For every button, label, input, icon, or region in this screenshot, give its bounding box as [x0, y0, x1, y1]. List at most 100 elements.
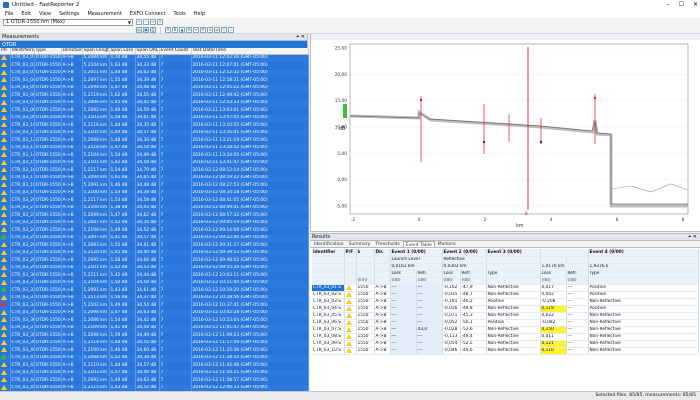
table-row[interactable]: CTR_03_35OTDR-1550 nmA->B5,2098 km1,47 d…	[0, 309, 309, 317]
table-row[interactable]: CTR_03_21OTDR-1550 nmA->B5,2100 km1,38 d…	[0, 204, 309, 212]
menu-exfo-connect[interactable]: EXFO Connect	[130, 11, 166, 17]
minimize-icon[interactable]: –	[667, 1, 670, 8]
event-row[interactable]: CTR_03_07.S 1550 A->B --- 43,0 -0,028 -52,6 Non…	[312, 326, 699, 334]
table-row[interactable]: CTR_03_15OTDR-1550 nmA->B5,2101 km1,42 d…	[0, 159, 309, 167]
table-row[interactable]: CTR_03_40OTDR-1550 nmA->B5,2100 km1,46 d…	[0, 347, 309, 355]
info-icon[interactable]: i	[228, 27, 234, 33]
col-span-loss[interactable]: Span Loss	[109, 48, 136, 55]
otdr-trace-chart[interactable]: 25,0020,0015,0010,005,000,00-5,00 -2 0 2 4 6…	[311, 34, 700, 232]
table-row[interactable]: CTR_03_14OTDR-1550 nmA->B5,2104 km1,54 d…	[0, 152, 309, 160]
table-row[interactable]: CTR_03_28OTDR-1550 nmA->B5,2095 km1,58 d…	[0, 257, 309, 265]
table-row[interactable]: CTR_03_41OTDR-1550 nmA->B5,2088 km1,52 d…	[0, 354, 309, 362]
table-row[interactable]: CTR_03_31OTDR-1550 nmA->B5,2104 km1,50 d…	[0, 279, 309, 287]
grid-icon[interactable]: #	[200, 27, 206, 33]
col-identifier[interactable]: Identifier	[312, 249, 345, 257]
close-icon[interactable]: ✕	[693, 1, 698, 8]
table-row[interactable]: CTR_03_04OTDR-1550 nmA->B5,2097 km1,55 d…	[0, 77, 309, 85]
compare-icon[interactable]: ⇄	[214, 27, 220, 33]
zoom-out-icon[interactable]: −	[143, 19, 149, 25]
table-row[interactable]: CTR_03_24OTDR-1550 nmA->B5,2108 km1,49 d…	[0, 227, 309, 235]
event-row[interactable]: CTR_03_10.S 1550 A->B --- --- -0,046 -49,6 Non-…	[312, 347, 699, 355]
event-row[interactable]: CTR_03_08.S 1550 A->B --- --- -0,113 -48,4 Non-…	[312, 333, 699, 341]
table-row[interactable]: CTR_03_05OTDR-1550 nmA->B5,2094 km1,47 d…	[0, 84, 309, 92]
col-pf[interactable]: P/F	[344, 249, 357, 257]
menu-tools[interactable]: Tools	[173, 11, 185, 17]
menu-settings[interactable]: Settings	[59, 11, 80, 17]
table-row[interactable]: CTR_03_26OTDR-1550 nmA->B5,2083 km1,55 d…	[0, 242, 309, 250]
table-row[interactable]: CTR_03_01OTDR-1550 nmA->B5,2084 km1,70 d…	[0, 54, 309, 62]
col-lambda[interactable]: λ	[356, 249, 375, 257]
pin-icon[interactable]: ⌖ ✕	[688, 234, 697, 240]
table-row[interactable]: CTR_03_30OTDR-1550 nmA->B5,2111 km1,42 d…	[0, 272, 309, 280]
table-row[interactable]: CTR_03_07OTDR-1550 nmA->B5,2096 km1,45 d…	[0, 99, 309, 107]
filter-icon[interactable]: ▽	[221, 27, 227, 33]
col-identifiers[interactable]: Identifiers	[10, 48, 35, 55]
col-direction[interactable]: Direction	[61, 48, 83, 55]
table-row[interactable]: CTR_03_33OTDR-1550 nmA->B5,2113 km1,56 d…	[0, 294, 309, 302]
table-row[interactable]: CTR_03_42OTDR-1550 nmA->B5,2110 km1,44 d…	[0, 362, 309, 370]
menu-measurement[interactable]: Measurement	[87, 11, 121, 17]
menu-file[interactable]: File	[5, 11, 13, 17]
col-span-orl[interactable]: Span ORL	[135, 48, 160, 55]
event-row[interactable]: CTR_03_09.S 1550 A->B --- --- -0,054 -52,5 Non-…	[312, 340, 699, 348]
table-row[interactable]: CTR_03_43OTDR-1550 nmA->B5,2103 km1,57 d…	[0, 369, 309, 377]
event-row[interactable]: CTR_03_06.S 1550 A->B --- --- -0,052 -50,1 Posi…	[312, 319, 699, 327]
maximize-icon[interactable]: ☐	[679, 1, 684, 8]
table-row[interactable]: CTR_03_08OTDR-1550 nmA->B5,2082 km1,40 d…	[0, 107, 309, 115]
event-row[interactable]: CTR_03_01.S 1550 A->B --- --- -0,162 -47,9 Non-…	[312, 284, 699, 292]
print-icon[interactable]: ⎙	[150, 27, 156, 33]
table-row[interactable]: CTR_03_10OTDR-1550 nmA->B5,2116 km1,44 d…	[0, 122, 309, 130]
table-row[interactable]: CTR_03_38OTDR-1550 nmA->B5,2096 km1,59 d…	[0, 332, 309, 340]
table-row[interactable]: CTR_03_03OTDR-1550 nmA->B5,2051 km1,44 d…	[0, 69, 309, 77]
table-row[interactable]: CTR_03_37OTDR-1550 nmA->B5,2109 km1,41 d…	[0, 324, 309, 332]
table-row[interactable]: CTR_03_44OTDR-1550 nmA->B5,2092 km1,49 d…	[0, 377, 309, 385]
otdr-graph-panel[interactable]: 25,00 20,00 15,00 10,00 5,00 0,00 -5,00 -2 0 2 4 6…	[310, 34, 700, 232]
col-span-length[interactable]: Span Length	[82, 48, 110, 55]
table-row[interactable]: CTR_03_18OTDR-1550 nmA->B5,2091 km1,46 d…	[0, 182, 309, 190]
cursor-icon[interactable]: ↕	[157, 19, 163, 25]
table-row[interactable]: CTR_03_25OTDR-1550 nmA->B5,2097 km1,41 d…	[0, 234, 309, 242]
menu-view[interactable]: View	[39, 11, 51, 17]
tab-thresholds[interactable]: Thresholds	[373, 241, 402, 247]
marker-icon[interactable]: A	[165, 27, 171, 33]
zoom-in-icon[interactable]: +	[136, 19, 142, 25]
table-row[interactable]: CTR_03_27OTDR-1550 nmA->B5,2120 km1,45 d…	[0, 249, 309, 257]
table-row[interactable]: CTR_03_19OTDR-1550 nmA->B5,2100 km1,53 d…	[0, 189, 309, 197]
trace-selector-dropdown[interactable]: 1 OTDR-1550 nm (Max) ▼	[3, 19, 133, 26]
tab-identification[interactable]: Identification	[312, 241, 346, 247]
table-row[interactable]: CTR_03_36OTDR-1550 nmA->B5,2086 km1,54 d…	[0, 317, 309, 325]
event-row[interactable]: CTR_03_05.S 1550 A->B --- --- -0,071 -45,3 Non-…	[312, 312, 699, 320]
table-row[interactable]: CTR_03_09OTDR-1550 nmA->B5,2103 km1,58 d…	[0, 114, 309, 122]
event-icon[interactable]: ▲	[179, 27, 185, 33]
col-dir[interactable]: Dir.	[374, 249, 391, 257]
tab-event-table[interactable]: Event Table	[402, 241, 435, 248]
table-row[interactable]: CTR_03_02OTDR-1550 nmA->B5,2104 km1,63 d…	[0, 62, 309, 70]
table-row[interactable]: CTR_03_29OTDR-1550 nmA->B5,2101 km1,52 d…	[0, 264, 309, 272]
overlay-icon[interactable]: ≋	[207, 27, 213, 33]
save-icon[interactable]: ▣	[143, 27, 149, 33]
table-row[interactable]: CTR_03_06OTDR-1550 nmA->B5,2119 km1,62 d…	[0, 92, 309, 100]
tab-markers[interactable]: Markers	[436, 241, 458, 247]
otdr-group-row[interactable]: OTDR	[0, 41, 307, 48]
pin-icon[interactable]: ⌖ ✕	[296, 34, 305, 40]
fit-icon[interactable]: ↔	[150, 19, 156, 25]
analyze-icon[interactable]: ⚙	[186, 27, 192, 33]
table-row[interactable]: CTR_03_22OTDR-1550 nmA->B5,2099 km1,47 d…	[0, 212, 309, 220]
open-icon[interactable]: ▤	[136, 27, 142, 33]
table-row[interactable]: CTR_03_23OTDR-1550 nmA->B5,2087 km1,52 d…	[0, 219, 309, 227]
table-row[interactable]: CTR_03_34OTDR-1550 nmA->B5,2102 km1,49 d…	[0, 302, 309, 310]
table-row[interactable]: CTR_03_39OTDR-1550 nmA->B5,2114 km1,48 d…	[0, 339, 309, 347]
table-row[interactable]: CTR_03_13OTDR-1550 nmA->B5,2118 km1,47 d…	[0, 144, 309, 152]
tab-summary[interactable]: Summary	[347, 241, 373, 247]
menu-edit[interactable]: Edit	[21, 11, 31, 17]
marker-b-icon[interactable]: B	[172, 27, 178, 33]
event-row[interactable]: CTR_03_04.S 1550 A->B --- --- -0,056 -49,8 Non-…	[312, 305, 699, 313]
report-icon[interactable]: ≡	[193, 27, 199, 33]
table-row[interactable]: CTR_03_32OTDR-1550 nmA->B5,2091 km1,43 d…	[0, 287, 309, 295]
event-row[interactable]: CTR_03_03.S 1550 A->B --- --- -0,181 -46,2 Posi…	[312, 298, 699, 306]
table-row[interactable]: CTR_03_20OTDR-1550 nmA->B5,2117 km1,53 d…	[0, 197, 309, 205]
table-row[interactable]: CTR_03_11OTDR-1550 nmA->B5,2105 km1,49 d…	[0, 129, 309, 137]
table-row[interactable]: CTR_03_16OTDR-1550 nmA->B5,2117 km1,54 d…	[0, 167, 309, 175]
col-event-count[interactable]: Event Count	[159, 48, 192, 55]
event-row[interactable]: CTR_03_02.S 1550 A->B --- --- -0,035 -48,7 Non-…	[312, 291, 699, 299]
